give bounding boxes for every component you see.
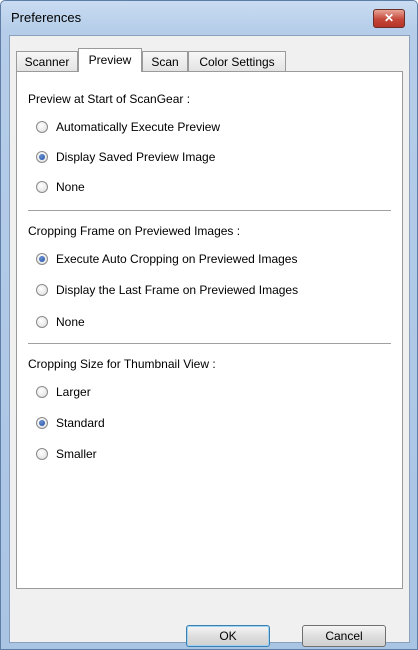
radio-label: Larger	[56, 385, 91, 399]
radio-label: Display the Last Frame on Previewed Imag…	[56, 283, 299, 297]
preferences-window: Preferences ✕ Scanner Preview Scan Color…	[0, 0, 418, 650]
radio-label: Smaller	[56, 447, 97, 461]
radio-indicator-selected	[36, 417, 48, 429]
title-bar: Preferences ✕	[1, 1, 417, 35]
section-divider	[28, 210, 391, 212]
radio-label: Standard	[56, 416, 105, 430]
radio-label: Display Saved Preview Image	[56, 150, 216, 164]
dialog-body: Scanner Preview Scan Color Settings Prev…	[9, 35, 410, 647]
radio-label: Automatically Execute Preview	[56, 120, 221, 134]
preview-tab-panel: Preview at Start of ScanGear : Automatic…	[16, 71, 403, 589]
radio-indicator	[36, 316, 48, 328]
tab-scan[interactable]: Scan	[142, 51, 188, 71]
close-icon: ✕	[383, 11, 395, 25]
close-button[interactable]: ✕	[373, 9, 405, 28]
radio-label: Execute Auto Cropping on Previewed Image…	[56, 252, 298, 266]
radio-indicator	[36, 121, 48, 133]
cancel-button[interactable]: Cancel	[302, 625, 386, 647]
section-divider	[28, 343, 391, 345]
radio-indicator-selected	[36, 253, 48, 265]
tab-color-settings[interactable]: Color Settings	[188, 51, 286, 71]
radio-indicator	[36, 181, 48, 193]
radio-label: None	[56, 315, 85, 329]
radio-indicator	[36, 448, 48, 460]
ok-button[interactable]: OK	[186, 625, 270, 647]
radio-indicator	[36, 284, 48, 296]
radio-indicator-selected	[36, 151, 48, 163]
tab-scanner[interactable]: Scanner	[16, 51, 78, 71]
section-title-thumbnail-size: Cropping Size for Thumbnail View :	[28, 357, 216, 371]
tab-preview[interactable]: Preview	[78, 48, 142, 72]
section-title-cropping-frame: Cropping Frame on Previewed Images :	[28, 224, 241, 238]
radio-indicator	[36, 386, 48, 398]
radio-label: None	[56, 180, 85, 194]
window-title: Preferences	[11, 10, 82, 25]
section-title-preview-start: Preview at Start of ScanGear :	[28, 92, 191, 106]
